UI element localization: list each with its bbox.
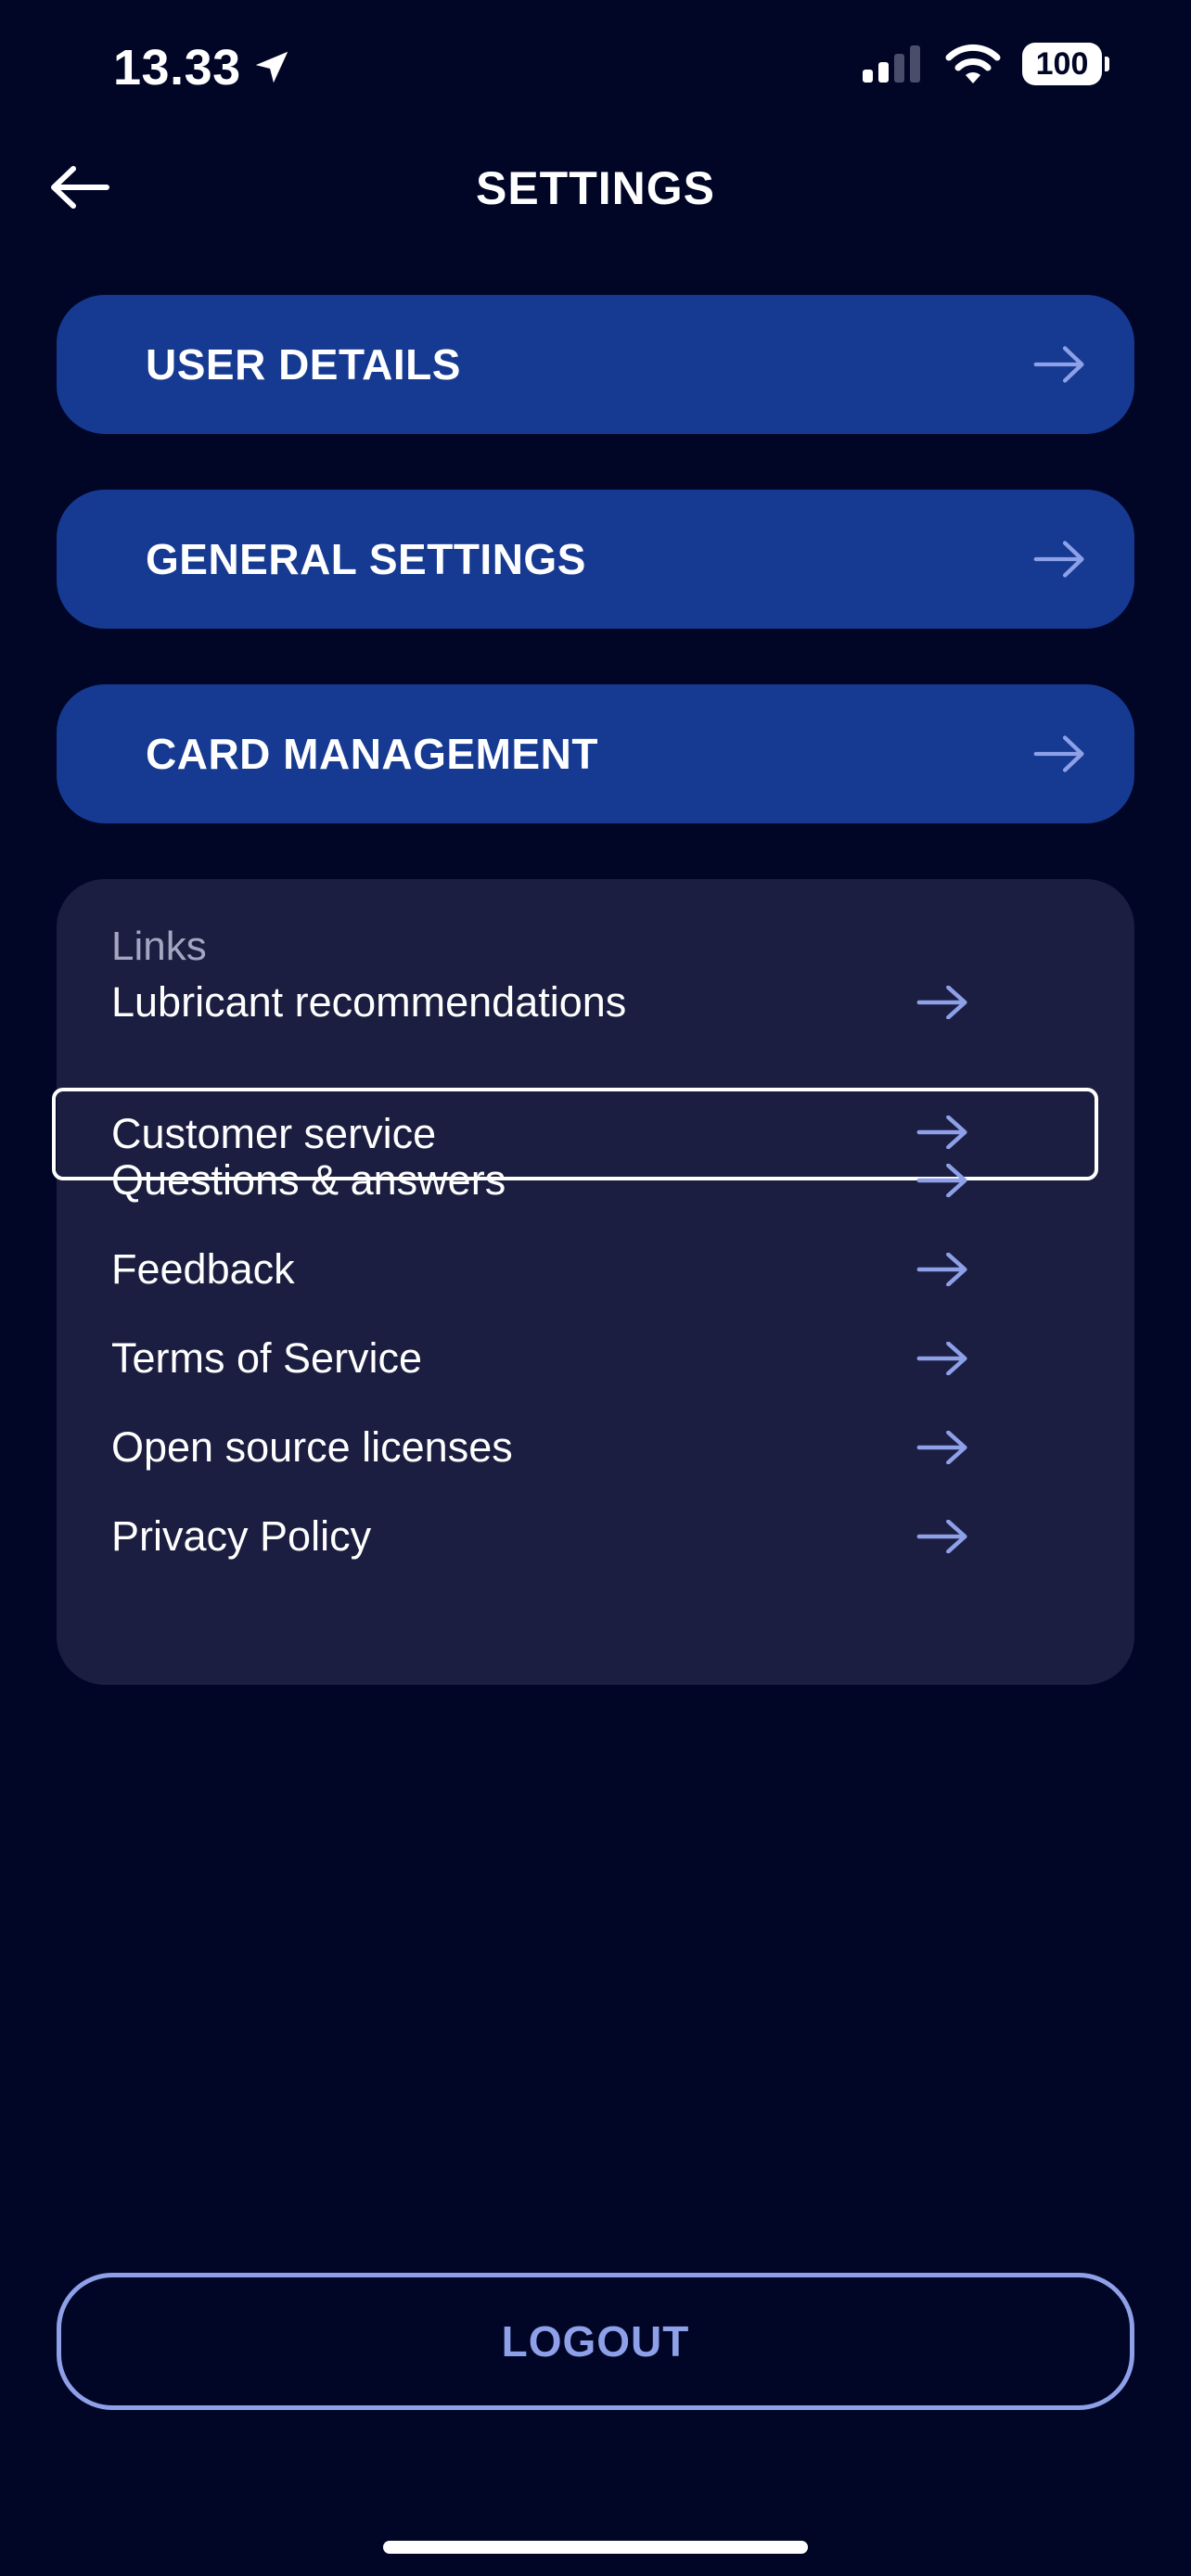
status-time: 13.33 (113, 39, 293, 96)
arrow-right-icon (916, 1342, 967, 1375)
link-label: Lubricant recommendations (111, 978, 627, 1026)
wifi-icon (945, 44, 1001, 83)
link-lubricant-recommendations[interactable]: Lubricant recommendations (57, 958, 1134, 1047)
cellular-signal-icon (863, 45, 920, 83)
arrow-right-icon (1033, 735, 1084, 772)
general-settings-button[interactable]: GENERAL SETTINGS (57, 490, 1134, 629)
link-questions-answers[interactable]: Questions & answers (57, 1136, 1134, 1225)
header: SETTINGS (0, 148, 1191, 241)
status-bar: 13.33 100 (0, 0, 1191, 139)
user-details-button[interactable]: USER DETAILS (57, 295, 1134, 434)
arrow-right-icon (916, 1164, 967, 1197)
home-indicator[interactable] (383, 2541, 808, 2554)
user-details-label: USER DETAILS (146, 340, 461, 389)
general-settings-label: GENERAL SETTINGS (146, 535, 586, 583)
arrow-right-icon (1033, 346, 1084, 383)
link-label: Open source licenses (111, 1423, 513, 1471)
arrow-right-icon (916, 1253, 967, 1286)
battery-icon: 100 (1022, 43, 1109, 85)
links-card: Links Lubricant recommendations Customer… (52, 879, 1134, 1685)
link-label: Feedback (111, 1245, 295, 1293)
card-management-button[interactable]: CARD MANAGEMENT (57, 684, 1134, 823)
link-label: Terms of Service (111, 1334, 423, 1382)
arrow-right-icon (916, 986, 967, 1019)
link-label: Privacy Policy (111, 1512, 372, 1560)
status-time-text: 13.33 (113, 40, 241, 96)
location-arrow-icon (255, 51, 288, 83)
card-management-label: CARD MANAGEMENT (146, 730, 598, 778)
arrow-right-icon (916, 1431, 967, 1464)
link-feedback[interactable]: Feedback (57, 1225, 1134, 1314)
logout-button[interactable]: LOGOUT (57, 2273, 1134, 2410)
arrow-right-icon (916, 1520, 967, 1553)
status-indicators: 100 (861, 43, 1109, 85)
link-privacy-policy[interactable]: Privacy Policy (57, 1492, 1134, 1581)
link-terms-of-service[interactable]: Terms of Service (57, 1314, 1134, 1403)
link-label: Questions & answers (111, 1156, 506, 1204)
page-title: SETTINGS (475, 162, 716, 214)
link-open-source-licenses[interactable]: Open source licenses (57, 1403, 1134, 1492)
battery-level: 100 (1035, 45, 1089, 82)
arrow-right-icon (1033, 541, 1084, 578)
